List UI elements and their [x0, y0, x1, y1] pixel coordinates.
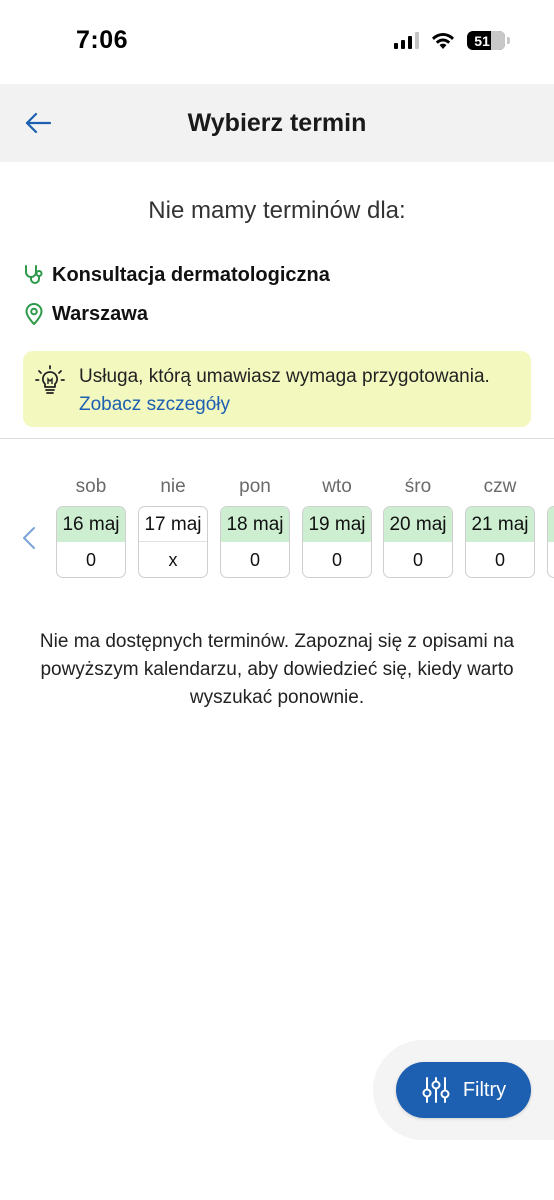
header-bar: Wybierz termin	[0, 84, 554, 162]
day-weekday: pon	[239, 476, 271, 497]
day-weekday: śro	[404, 476, 432, 497]
stethoscope-icon	[22, 263, 46, 287]
day-date: 21 maj	[466, 507, 534, 542]
day-weekday: sob	[75, 476, 107, 497]
service-name: Konsultacja dermatologiczna	[52, 263, 330, 286]
calendar-prev-button[interactable]	[16, 524, 42, 552]
day-cell[interactable]: 21 maj 0	[465, 506, 535, 578]
chevron-left-icon	[23, 527, 35, 549]
calendar-day: czw 21 maj 0	[465, 474, 535, 578]
page-title: Wybierz termin	[187, 109, 367, 137]
day-slot-count: x	[168, 550, 178, 570]
day-cell[interactable]: 16 maj 0	[56, 506, 126, 578]
calendar-day-partial[interactable]	[547, 506, 554, 578]
location-city: Warszawa	[52, 302, 148, 325]
status-time: 7:06	[76, 26, 129, 54]
details-link[interactable]: Zobacz szczegóły	[79, 394, 230, 415]
location-row: Warszawa	[22, 302, 148, 326]
empty-state-message: Nie ma dostępnych terminów. Zapoznaj się…	[39, 631, 515, 708]
battery-icon: 51	[467, 31, 505, 50]
notice-text: Usługa, którą umawiasz wymaga przygotowa…	[79, 366, 490, 387]
calendar-day: pon 18 maj 0	[220, 474, 290, 578]
battery-level: 51	[474, 32, 490, 49]
day-date: 17 maj	[139, 507, 207, 542]
no-slots-heading: Nie mamy terminów dla:	[148, 197, 406, 224]
preparation-notice: Usługa, którą umawiasz wymaga przygotowa…	[23, 351, 531, 427]
day-date: 19 maj	[303, 507, 371, 542]
sliders-icon	[422, 1077, 450, 1103]
calendar-day: sob 16 maj 0	[56, 474, 126, 578]
status-icons: 51	[394, 31, 510, 50]
location-pin-icon	[22, 302, 46, 326]
day-weekday: nie	[160, 476, 186, 497]
day-cell[interactable]: 19 maj 0	[302, 506, 372, 578]
day-cell[interactable]: 17 maj x	[138, 506, 208, 578]
day-slot-count: 0	[412, 550, 423, 570]
service-row: Konsultacja dermatologiczna	[22, 263, 330, 287]
calendar-day: nie 17 maj x	[138, 474, 208, 578]
filters-button[interactable]: Filtry	[396, 1062, 531, 1118]
day-cell[interactable]: 18 maj 0	[220, 506, 290, 578]
status-bar: 7:06 51	[0, 0, 554, 84]
day-date: 18 maj	[221, 507, 289, 542]
day-slot-count: 0	[85, 550, 96, 570]
day-cell[interactable]: 20 maj 0	[383, 506, 453, 578]
lightbulb-icon	[35, 365, 65, 394]
cellular-signal-icon	[394, 32, 419, 49]
day-date: 16 maj	[57, 507, 125, 542]
day-weekday: wto	[322, 476, 352, 497]
divider	[0, 438, 554, 439]
notice-text-container: Usługa, którą umawiasz wymaga przygotowa…	[79, 363, 519, 419]
day-slot-count: 0	[494, 550, 505, 570]
day-slot-count: 0	[331, 550, 342, 570]
calendar-day: wto 19 maj 0	[302, 474, 372, 578]
wifi-icon	[432, 32, 454, 49]
day-weekday: czw	[483, 476, 517, 497]
calendar-day: śro 20 maj 0	[383, 474, 453, 578]
day-date: 20 maj	[384, 507, 452, 542]
day-slot-count: 0	[249, 550, 260, 570]
filters-label: Filtry	[462, 1078, 507, 1101]
